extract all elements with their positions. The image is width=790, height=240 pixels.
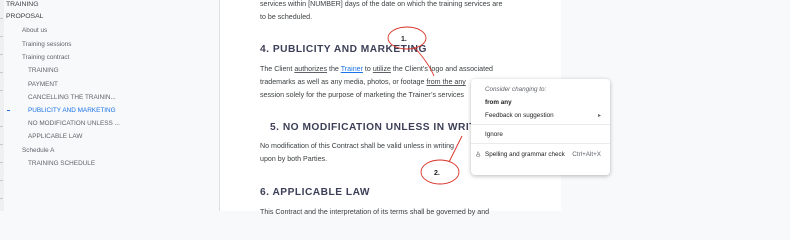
context-menu: Consider changing to: from any Feedback … [471, 79, 610, 175]
paragraph-text: services within [NUMBER] days of the dat… [260, 0, 503, 8]
outline-item-no-modification[interactable]: NO MODIFICATION UNLESS ... [28, 120, 120, 127]
paragraph-line: No modification of this Contract shall b… [260, 142, 454, 150]
menu-header: Consider changing to: [485, 86, 547, 93]
outline-item-training[interactable]: TRAINING [6, 1, 38, 8]
outline-active-indicator [7, 110, 10, 111]
grammar-flagged-text[interactable]: from the any [426, 78, 465, 86]
chevron-right-icon: ▸ [597, 113, 601, 119]
outline-item-training-sessions[interactable]: Training sessions [22, 41, 72, 48]
paragraph-line: session solely for the purpose of market… [260, 91, 464, 99]
menu-suggestion[interactable]: from any [485, 99, 512, 106]
paragraph-line: upon by both Parties. [260, 155, 328, 163]
outline-item-applicable-law[interactable]: APPLICABLE LAW [28, 133, 82, 140]
outline-item-proposal[interactable]: PROPOSAL [6, 13, 43, 20]
outline-item-training-sub[interactable]: TRAINING [28, 67, 59, 74]
heading-applicable-law: 6. APPLICABLE LAW [260, 187, 371, 198]
paragraph-line: trademarks as well as any media, photos,… [260, 78, 466, 86]
outline-item-about-us[interactable]: About us [22, 27, 47, 34]
paragraph-line: The Client authorizes the Trainer to uti… [260, 65, 493, 73]
outline-item-cancelling[interactable]: CANCELLING THE TRAININ... [28, 94, 116, 101]
heading-no-modification: 5. NO MODIFICATION UNLESS IN WRITING [270, 122, 496, 133]
menu-divider [471, 124, 610, 125]
spellcheck-icon: A̲ [476, 151, 481, 158]
menu-feedback[interactable]: Feedback on suggestion [485, 112, 554, 119]
heading-publicity: 4. PUBLICITY AND MARKETING [260, 44, 427, 55]
menu-spelling-check[interactable]: Spelling and grammar check [485, 151, 565, 158]
outline-item-training-schedule[interactable]: TRAINING SCHEDULE [28, 160, 95, 167]
outline-item-schedule-a[interactable]: Schedule A [22, 147, 54, 154]
outline-item-payment[interactable]: PAYMENT [28, 81, 58, 88]
menu-divider [471, 143, 610, 144]
menu-ignore[interactable]: Ignore [485, 131, 503, 138]
paragraph-line: This Contract and the interpretation of … [260, 208, 490, 216]
outline-item-publicity[interactable]: PUBLICITY AND MARKETING [28, 107, 116, 114]
document-outline: TRAINING PROPOSAL About us Training sess… [4, 0, 218, 211]
trainer-link[interactable]: Trainer [341, 65, 363, 73]
paragraph-text: to be scheduled. [260, 13, 313, 21]
outline-item-training-contract[interactable]: Training contract [22, 54, 69, 61]
menu-shortcut: Ctrl+Alt+X [572, 151, 601, 158]
